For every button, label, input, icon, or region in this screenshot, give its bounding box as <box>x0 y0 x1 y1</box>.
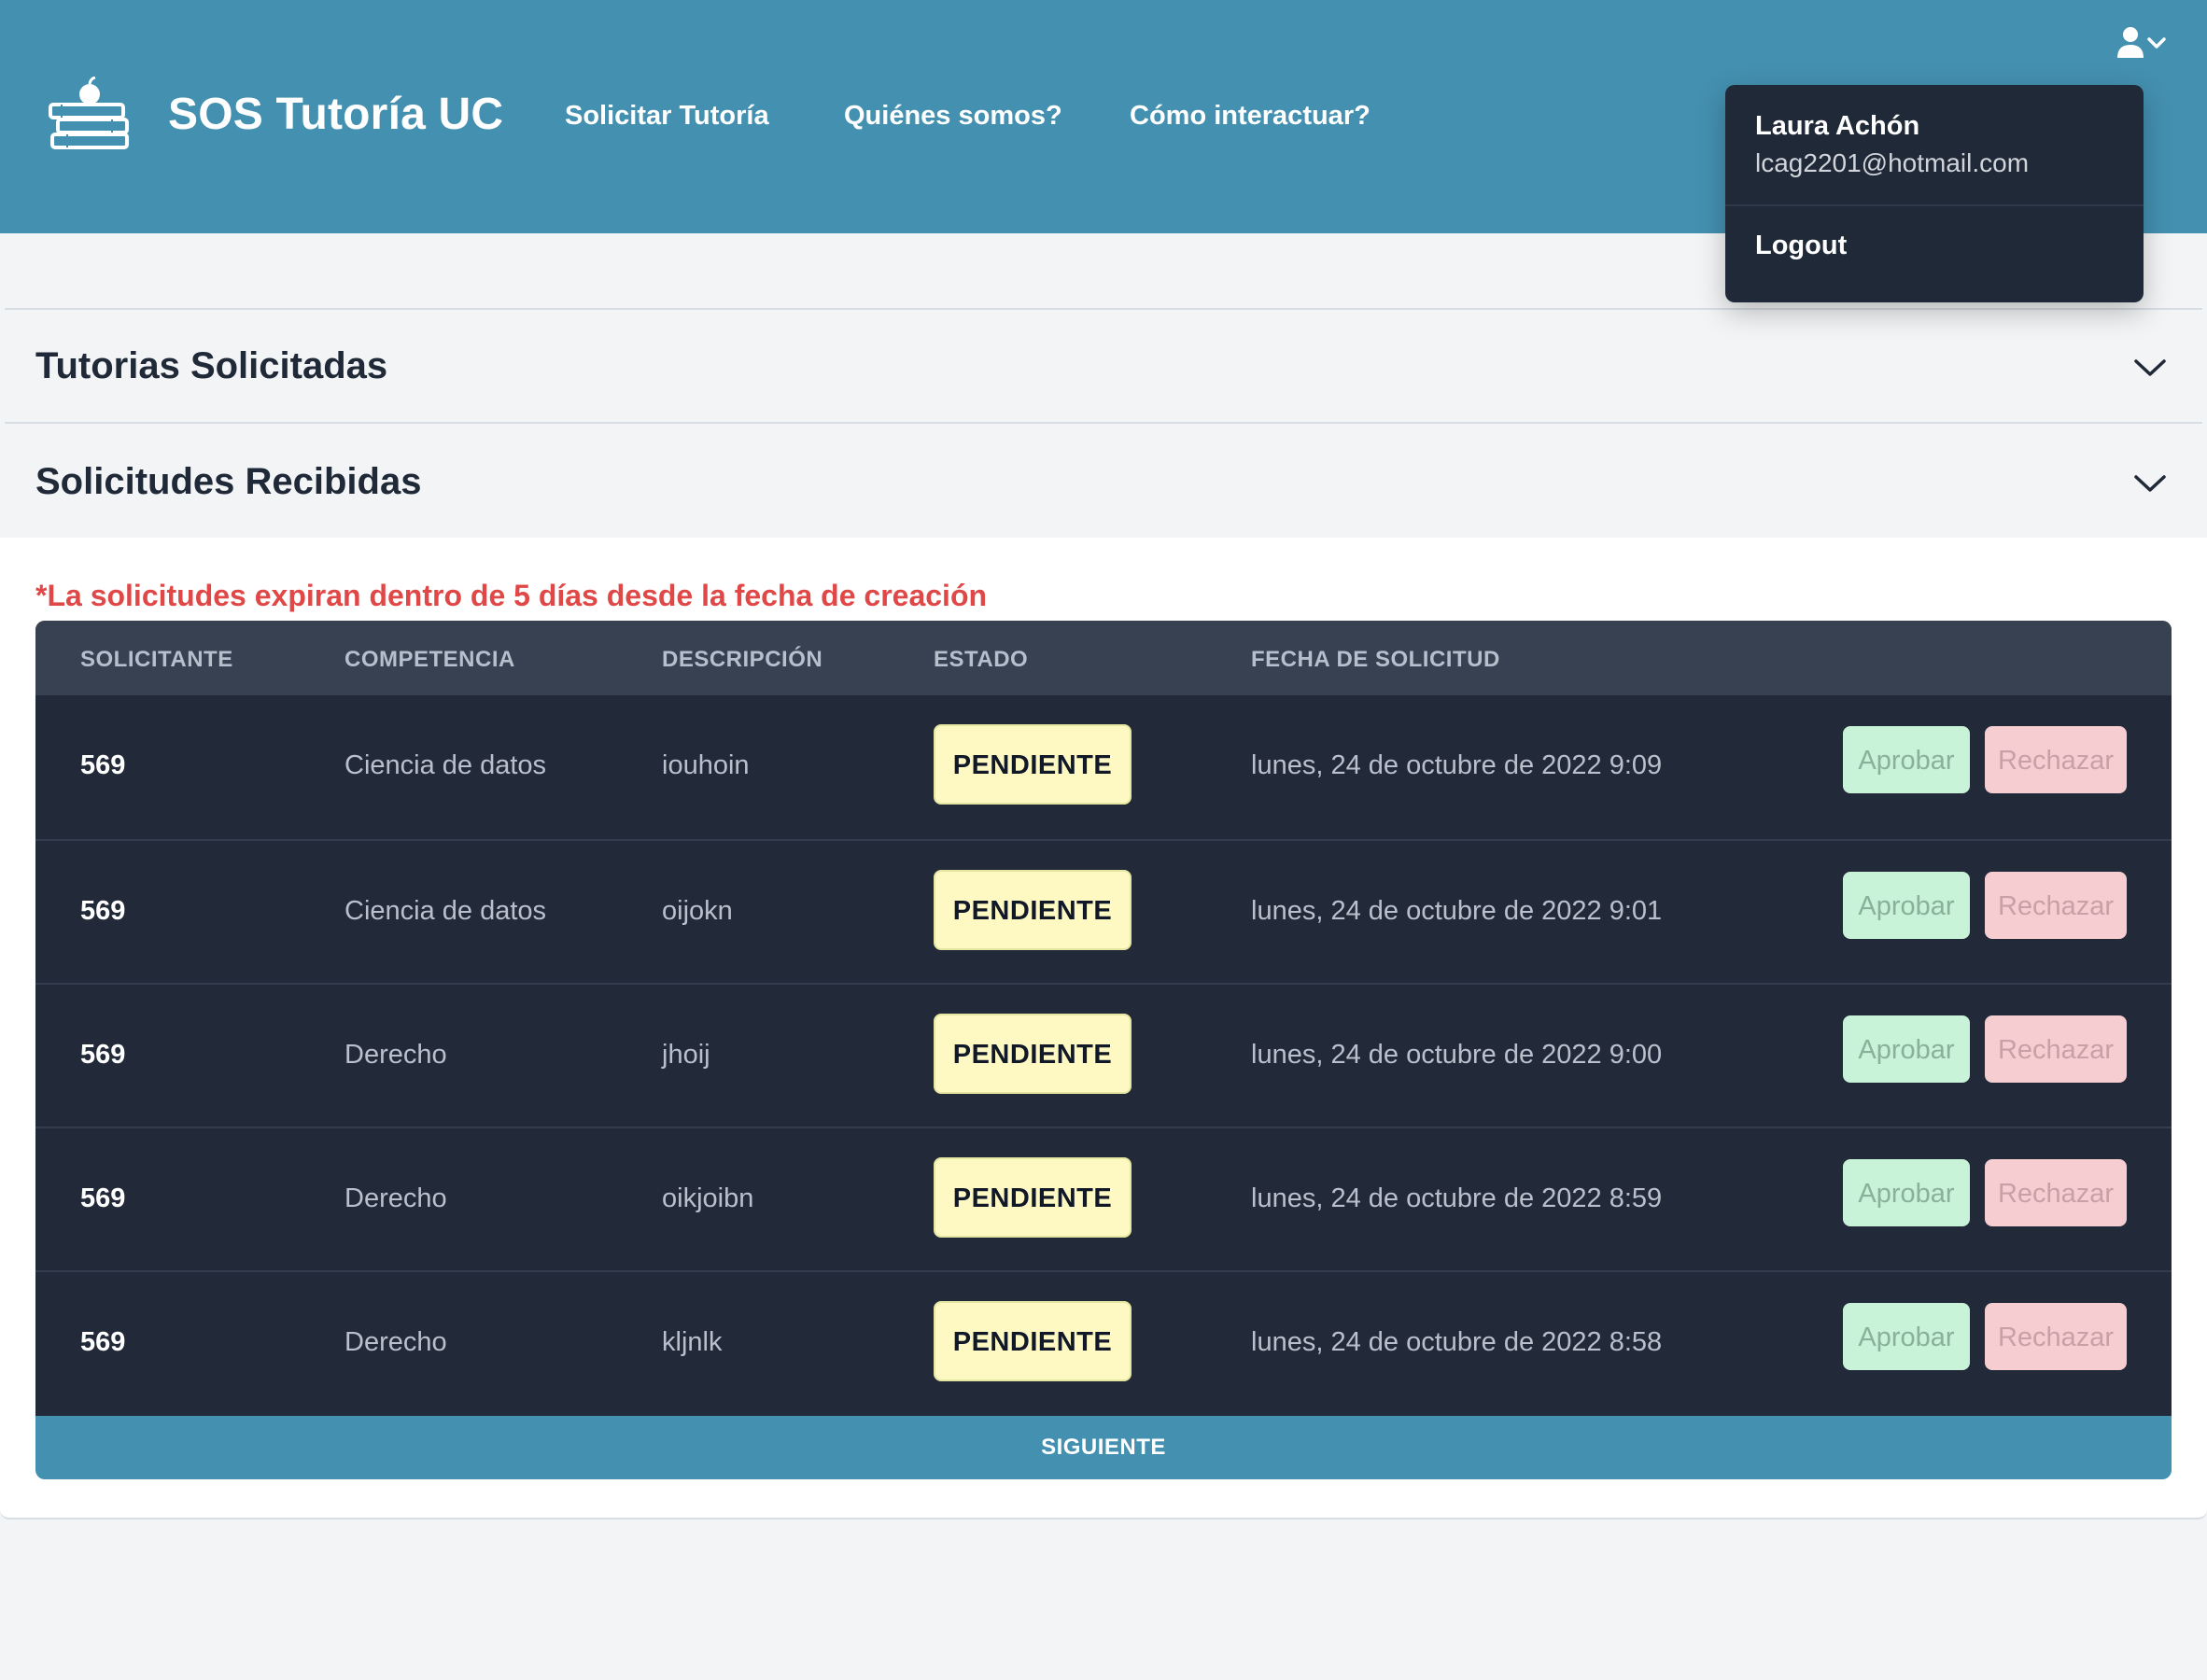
column-header: FECHA DE SOLICITUD <box>1251 647 1500 672</box>
user-icon <box>2117 27 2144 58</box>
competencia-cell: Derecho <box>344 1040 447 1070</box>
expiry-warning: *La solicitudes expiran dentro de 5 días… <box>35 579 988 612</box>
table-row: 569 Ciencia de datos oijokn PENDIENTE lu… <box>35 839 2172 985</box>
status-badge: PENDIENTE <box>934 1301 1132 1381</box>
descripcion-cell: kljnlk <box>662 1327 723 1357</box>
descripcion-cell: jhoij <box>662 1040 710 1070</box>
competencia-cell: Derecho <box>344 1183 447 1213</box>
chevron-down-icon[interactable] <box>2133 472 2167 495</box>
user-name: Laura Achón <box>1755 111 1920 141</box>
user-dropdown-menu: Laura Achón lcag2201@hotmail.com Logout <box>1725 85 2144 302</box>
approve-button[interactable]: Aprobar <box>1843 1303 1970 1370</box>
descripcion-cell: iouhoin <box>662 750 750 780</box>
section-title: Solicitudes Recibidas <box>35 461 422 502</box>
approve-button[interactable]: Aprobar <box>1843 1159 1970 1226</box>
nav-como-interactuar[interactable]: Cómo interactuar? <box>1130 101 1371 132</box>
reject-button[interactable]: Rechazar <box>1985 1303 2127 1370</box>
nav-solicitar-tutoria[interactable]: Solicitar Tutoría <box>565 101 769 132</box>
solicitante-cell: 569 <box>80 1327 126 1357</box>
descripcion-cell: oijokn <box>662 896 733 926</box>
user-email: lcag2201@hotmail.com <box>1755 148 2030 177</box>
competencia-cell: Ciencia de datos <box>344 750 547 780</box>
table-row: 569 Ciencia de datos iouhoin PENDIENTE l… <box>35 695 2172 839</box>
reject-button[interactable]: Rechazar <box>1985 1159 2127 1226</box>
column-header: SOLICITANTE <box>80 647 233 672</box>
fecha-cell: lunes, 24 de octubre de 2022 8:59 <box>1251 1183 1663 1213</box>
table-header: SOLICITANTE COMPETENCIA DESCRIPCIÓN ESTA… <box>35 621 2172 695</box>
reject-button[interactable]: Rechazar <box>1985 726 2127 793</box>
fecha-cell: lunes, 24 de octubre de 2022 8:58 <box>1251 1327 1663 1357</box>
status-badge: PENDIENTE <box>934 724 1132 805</box>
approve-button[interactable]: Aprobar <box>1843 726 1970 793</box>
status-badge: PENDIENTE <box>934 870 1132 950</box>
column-header: DESCRIPCIÓN <box>662 647 823 672</box>
fecha-cell: lunes, 24 de octubre de 2022 9:00 <box>1251 1040 1663 1070</box>
table-row: 569 Derecho kljnlk PENDIENTE lunes, 24 d… <box>35 1270 2172 1416</box>
brand-title[interactable]: SOS Tutoría UC <box>168 89 503 140</box>
section-title: Tutorias Solicitadas <box>35 345 388 386</box>
column-header: COMPETENCIA <box>344 647 515 672</box>
user-menu-toggle[interactable] <box>2117 24 2170 62</box>
status-badge: PENDIENTE <box>934 1014 1132 1094</box>
logout-menu-item[interactable]: Logout <box>1755 231 1847 261</box>
column-header: ESTADO <box>934 647 1029 672</box>
descripcion-cell: oikjoibn <box>662 1183 754 1213</box>
menu-divider <box>1725 204 2144 206</box>
table-row: 569 Derecho jhoij PENDIENTE lunes, 24 de… <box>35 983 2172 1128</box>
solicitante-cell: 569 <box>80 1040 126 1070</box>
approve-button[interactable]: Aprobar <box>1843 872 1970 939</box>
accordion-solicitudes-recibidas[interactable]: Solicitudes Recibidas <box>5 422 2202 539</box>
solicitante-cell: 569 <box>80 1183 126 1213</box>
nav-quienes-somos[interactable]: Quiénes somos? <box>844 101 1062 132</box>
accordion-tutorias-solicitadas[interactable]: Tutorias Solicitadas <box>5 308 2202 424</box>
reject-button[interactable]: Rechazar <box>1985 1015 2127 1083</box>
competencia-cell: Ciencia de datos <box>344 896 547 926</box>
next-page-button[interactable]: SIGUIENTE <box>35 1416 2172 1479</box>
requests-table: SOLICITANTE COMPETENCIA DESCRIPCIÓN ESTA… <box>35 621 2172 1416</box>
solicitante-cell: 569 <box>80 750 126 780</box>
status-badge: PENDIENTE <box>934 1157 1132 1238</box>
solicitante-cell: 569 <box>80 896 126 926</box>
chevron-down-icon <box>2147 37 2166 49</box>
table-row: 569 Derecho oikjoibn PENDIENTE lunes, 24… <box>35 1127 2172 1272</box>
chevron-down-icon[interactable] <box>2133 357 2167 379</box>
approve-button[interactable]: Aprobar <box>1843 1015 1970 1083</box>
books-apple-logo-icon[interactable] <box>47 77 133 157</box>
fecha-cell: lunes, 24 de octubre de 2022 9:01 <box>1251 896 1663 926</box>
competencia-cell: Derecho <box>344 1327 447 1357</box>
reject-button[interactable]: Rechazar <box>1985 872 2127 939</box>
fecha-cell: lunes, 24 de octubre de 2022 9:09 <box>1251 750 1663 780</box>
